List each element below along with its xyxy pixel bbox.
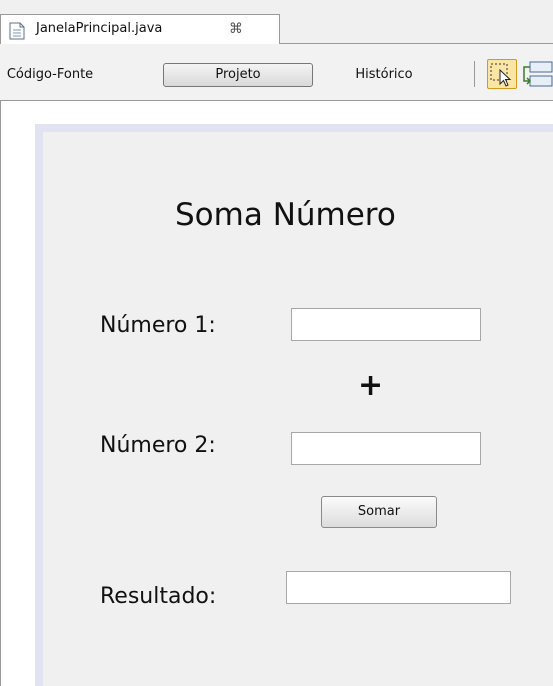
editor-tab-strip: JanelaPrincipal.java ⌘	[0, 0, 553, 44]
number1-label: Número 1:	[100, 313, 216, 338]
number2-label: Número 2:	[100, 433, 216, 458]
toolbar-separator	[474, 61, 475, 87]
close-tab-icon[interactable]: ⌘	[229, 21, 243, 37]
tab-history[interactable]: Histórico	[330, 63, 438, 87]
connection-mode-button[interactable]	[521, 61, 553, 93]
connection-mode-icon	[523, 61, 553, 87]
number1-field[interactable]	[291, 308, 481, 341]
form-title: Soma Número	[175, 197, 396, 233]
number2-field[interactable]	[291, 432, 481, 465]
tab-source[interactable]: Código-Fonte	[2, 63, 98, 87]
result-field[interactable]	[286, 571, 511, 604]
editor-toolbar: Código-Fonte Projeto Histórico	[0, 44, 553, 101]
result-label: Resultado:	[100, 584, 217, 609]
sum-button[interactable]: Somar	[321, 496, 437, 528]
file-tab-label: JanelaPrincipal.java	[36, 21, 163, 36]
plus-sign: +	[358, 368, 384, 403]
selection-mode-button[interactable]	[487, 59, 517, 89]
editor-file-tab[interactable]: JanelaPrincipal.java ⌘	[0, 14, 280, 44]
selection-mode-icon	[490, 63, 512, 87]
java-file-icon	[9, 22, 25, 44]
tab-design[interactable]: Projeto	[163, 63, 313, 87]
